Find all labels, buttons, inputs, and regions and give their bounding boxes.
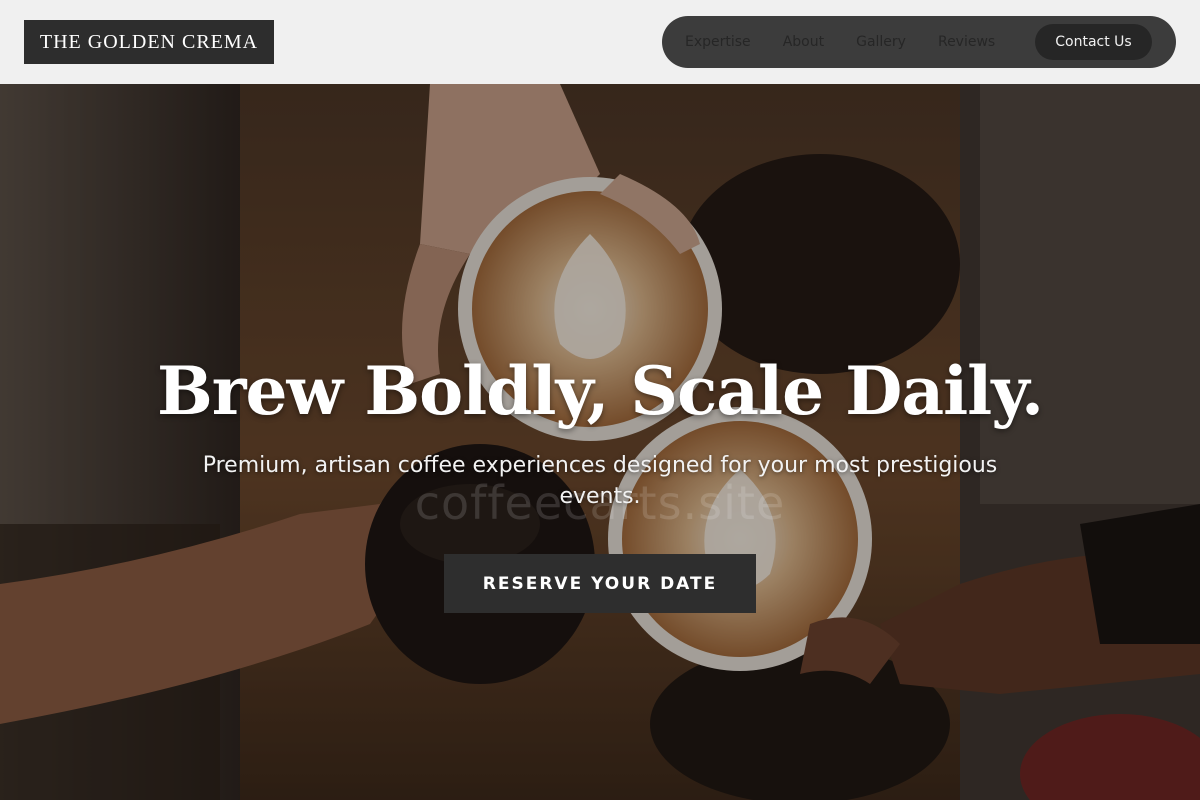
nav-link-gallery[interactable]: Gallery bbox=[856, 34, 906, 50]
hero-title: Brew Boldly, Scale Daily. bbox=[157, 352, 1044, 430]
nav-link-about[interactable]: About bbox=[783, 34, 824, 50]
main-nav: Expertise About Gallery Reviews Contact … bbox=[662, 16, 1176, 68]
reserve-date-button[interactable]: RESERVE YOUR DATE bbox=[444, 554, 756, 613]
hero-subtitle: Premium, artisan coffee experiences desi… bbox=[202, 453, 998, 509]
hero-overlay bbox=[0, 84, 1200, 800]
hero-section: coffeecarts.site Brew Boldly, Scale Dail… bbox=[0, 84, 1200, 800]
nav-link-reviews[interactable]: Reviews bbox=[938, 34, 995, 50]
nav-link-expertise[interactable]: Expertise bbox=[685, 34, 751, 50]
contact-us-button[interactable]: Contact Us bbox=[1035, 24, 1152, 60]
brand-logo[interactable]: THE GOLDEN CREMA bbox=[24, 20, 274, 64]
site-header: THE GOLDEN CREMA Expertise About Gallery… bbox=[0, 0, 1200, 84]
